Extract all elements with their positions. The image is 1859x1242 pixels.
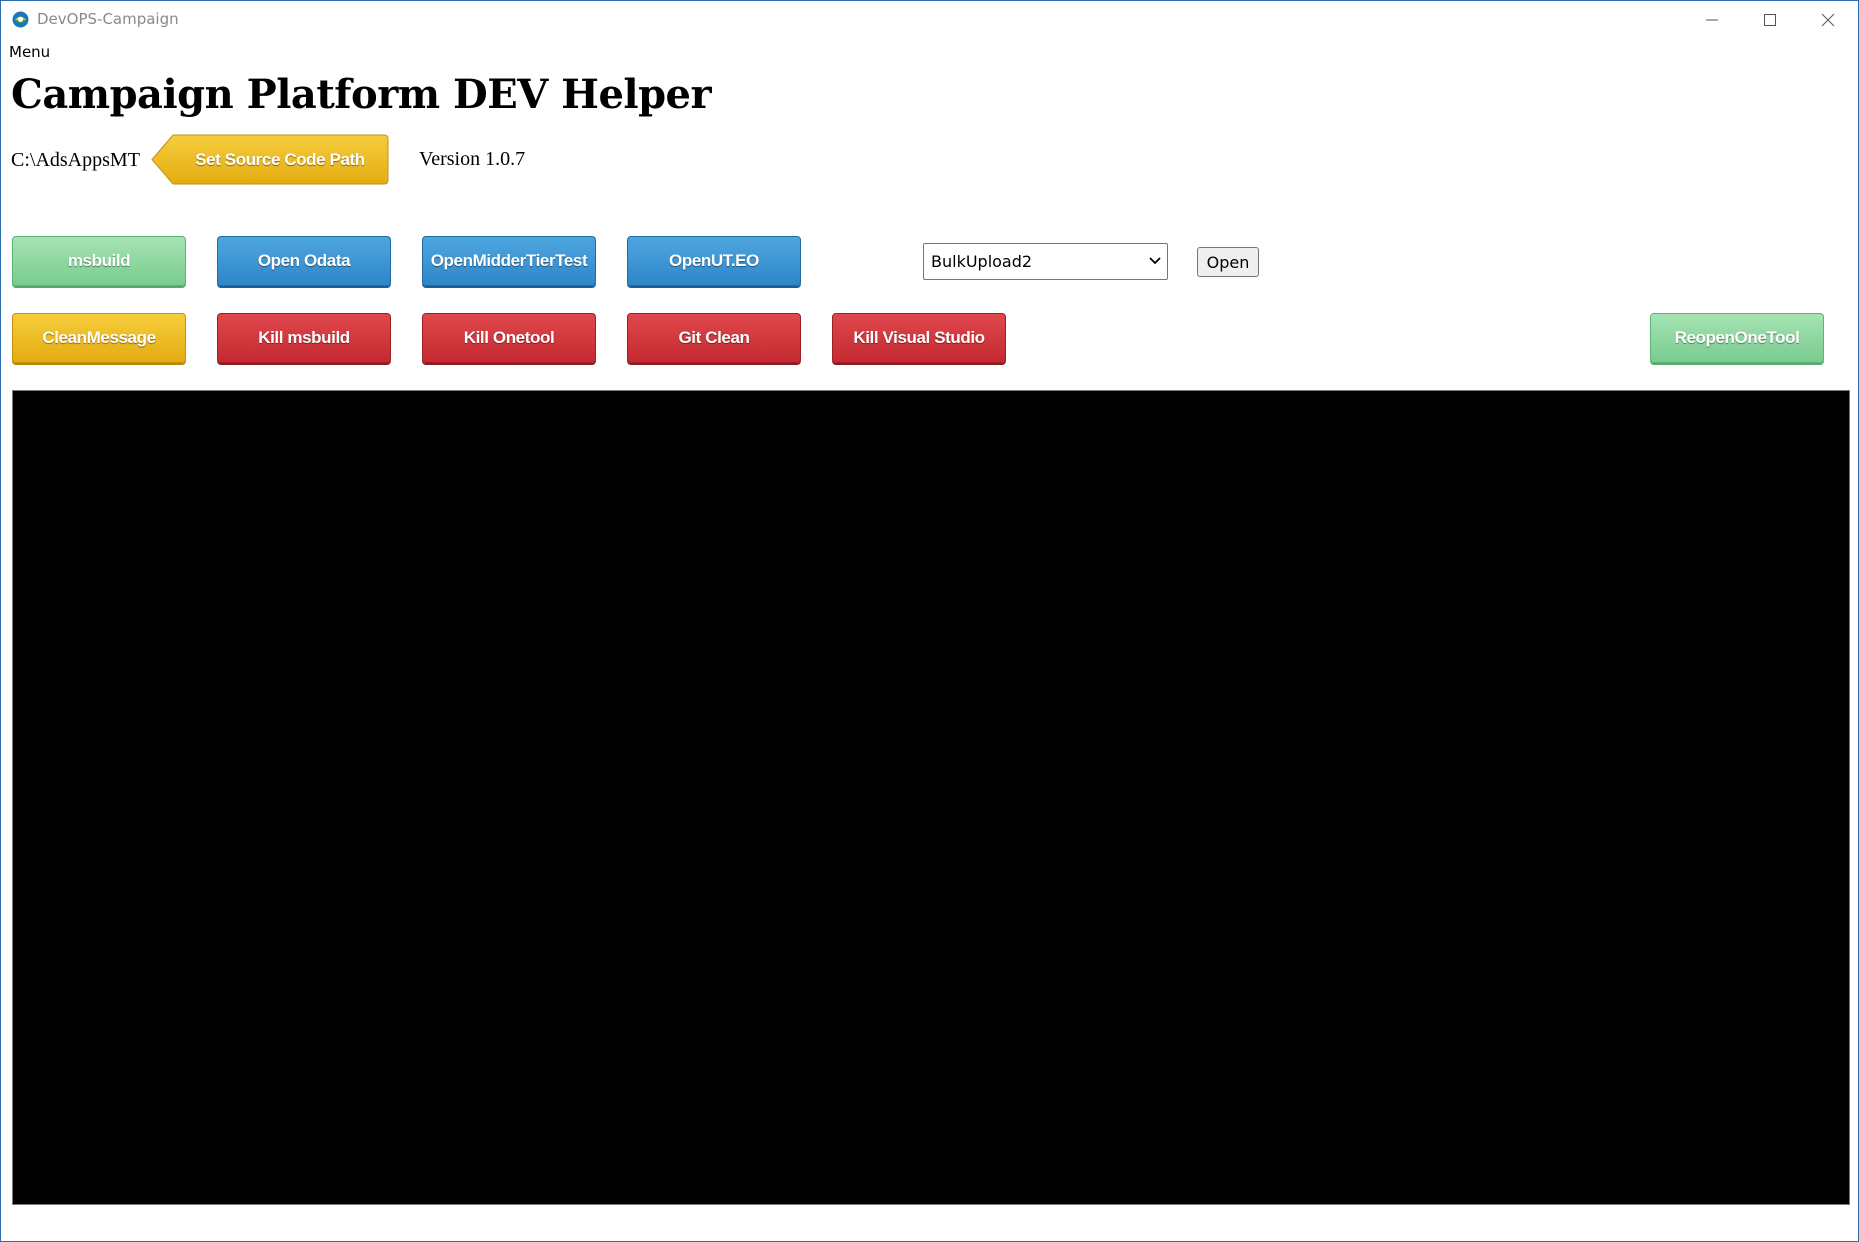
title-bar: DevOPS-Campaign	[1, 1, 1858, 39]
open-middle-tier-test-button[interactable]: OpenMidderTierTest	[422, 236, 596, 286]
page-title: Campaign Platform DEV Helper	[11, 71, 712, 118]
project-select-value: BulkUpload2	[931, 252, 1033, 271]
clean-message-button[interactable]: CleanMessage	[12, 313, 186, 363]
app-window: DevOPS-Campaign Menu Campaign Platform D…	[0, 0, 1859, 1242]
close-icon	[1821, 13, 1835, 27]
set-source-code-path-button[interactable]: Set Source Code Path	[151, 134, 389, 185]
app-logo-icon	[12, 11, 29, 28]
maximize-button[interactable]	[1741, 1, 1799, 39]
menu-item[interactable]: Menu	[9, 43, 50, 61]
chevron-down-icon	[1149, 257, 1161, 265]
git-clean-button[interactable]: Git Clean	[627, 313, 801, 363]
window-title: DevOPS-Campaign	[37, 10, 179, 28]
maximize-icon	[1764, 14, 1776, 26]
kill-onetool-button[interactable]: Kill Onetool	[422, 313, 596, 363]
kill-visual-studio-button[interactable]: Kill Visual Studio	[832, 313, 1006, 363]
project-select[interactable]: BulkUpload2	[923, 243, 1168, 280]
minimize-icon	[1706, 19, 1718, 21]
version-label: Version 1.0.7	[419, 148, 526, 170]
reopen-onetool-button[interactable]: ReopenOneTool	[1650, 313, 1824, 363]
minimize-button[interactable]	[1683, 1, 1741, 39]
close-button[interactable]	[1799, 1, 1857, 39]
open-button[interactable]: Open	[1197, 247, 1259, 277]
open-ut-eo-button[interactable]: OpenUT.EO	[627, 236, 801, 286]
source-path-label: C:\AdsAppsMT	[11, 149, 140, 171]
kill-msbuild-button[interactable]: Kill msbuild	[217, 313, 391, 363]
set-source-code-path-label: Set Source Code Path	[195, 149, 365, 169]
open-odata-button[interactable]: Open Odata	[217, 236, 391, 286]
console-output[interactable]	[12, 390, 1850, 1205]
msbuild-button[interactable]: msbuild	[12, 236, 186, 286]
